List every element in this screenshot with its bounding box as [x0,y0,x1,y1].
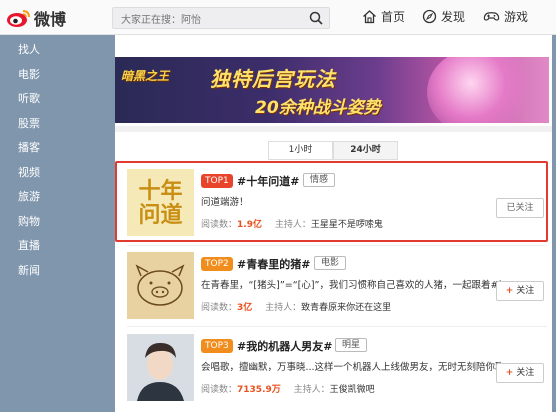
follow-button[interactable]: + 关注 [496,363,544,383]
search-icon[interactable] [309,11,323,25]
sidebar-item-stocks[interactable]: 股票 [0,112,112,137]
host-label: 主持人： [293,385,330,395]
tab-1-hour[interactable]: 1小时 [268,141,333,160]
topic-thumbnail [127,252,194,319]
category-tag[interactable]: 电影 [314,256,347,270]
host-name[interactable]: 王俊凯微吧 [330,385,375,395]
search-box [112,7,330,31]
topic-meta: 阅读数：3亿 主持人：致青春原来你还在这里 [201,300,391,313]
nav-discover-label: 发现 [441,10,466,24]
weibo-logo-icon [7,10,30,27]
search-input[interactable] [113,10,303,31]
topic-meta: 阅读数：7135.9万 主持人：王俊凯微吧 [201,382,375,395]
host-label: 主持人： [265,303,302,313]
home-icon [363,10,376,24]
top-bar: 微博 首页 发现 游戏 [0,0,556,35]
weibo-logo[interactable]: 微博 [6,6,86,30]
banner-game-logo: 暗黑之王 [121,69,170,83]
topic-thumbnail [127,334,194,401]
sidebar-item-find-people[interactable]: 找人 [0,38,112,63]
sidebar-item-live[interactable]: 直播 [0,234,112,259]
follow-button[interactable]: + 关注 [496,281,544,301]
highlight-box [115,161,548,242]
banner-figure [427,57,537,123]
topic-description: 在青春里，“[猪头]”=“[心]”，我们习惯称自己喜欢的人猪，一起跟着#青春里 [201,280,501,291]
topic-row[interactable]: TOP3 #我的机器人男友# 明星 会唱歌，擅幽默，万事晓...这样一个机器人上… [115,329,552,411]
sidebar-item-news[interactable]: 新闻 [0,259,112,284]
person-photo-icon [127,334,194,401]
follow-label: 关注 [516,368,535,378]
banner-subheadline: 20余种战斗姿势 [255,98,381,118]
plus-icon: + [505,286,514,296]
sidebar-item-shopping[interactable]: 购物 [0,210,112,235]
row-divider [127,326,547,327]
pig-face-icon [135,264,185,306]
read-count: 7135.9万 [237,385,281,395]
time-tabs: 1小时 24小时 [268,141,398,160]
read-count: 3亿 [237,303,253,313]
topic-row[interactable]: TOP2 #青春里的猪# 电影 在青春里，“[猪头]”=“[心]”，我们习惯称自… [115,247,552,329]
read-count-label: 阅读数： [201,385,238,395]
nav-game[interactable]: 游戏 [483,8,528,25]
sidebar-item-travel[interactable]: 旅游 [0,185,112,210]
rank-badge: TOP3 [201,339,233,353]
row-divider [127,245,547,246]
tab-24-hours[interactable]: 24小时 [333,141,398,160]
nav-discover[interactable]: 发现 [422,8,465,25]
follow-label: 关注 [516,286,535,296]
plus-icon: + [505,368,514,378]
banner-headline: 独特后宫玩法 [210,67,336,91]
ad-banner[interactable]: 暗黑之王 独特后宫玩法 20余种战斗姿势 [115,57,549,123]
sidebar-item-movies[interactable]: 电影 [0,63,112,88]
topic-title[interactable]: #青春里的猪# [237,256,310,272]
divider [115,126,552,132]
nav-home[interactable]: 首页 [362,8,405,25]
sidebar-item-video[interactable]: 视频 [0,161,112,186]
game-icon [483,12,500,21]
sidebar-item-music[interactable]: 听歌 [0,87,112,112]
topic-description: 会唱歌，擅幽默，万事晓...这样一个机器人上线做男友，无时无刻陪你聊... [201,362,501,373]
read-count-label: 阅读数： [201,303,238,313]
rank-badge: TOP2 [201,257,233,271]
sidebar: 找人 电影 听歌 股票 播客 视频 旅游 购物 直播 新闻 [0,35,112,283]
app-name: 微博 [34,10,67,29]
nav-game-label: 游戏 [504,10,529,24]
topic-title[interactable]: #我的机器人男友# [237,338,332,354]
nav-home-label: 首页 [381,10,406,24]
host-name[interactable]: 致青春原来你还在这里 [301,303,391,313]
category-tag[interactable]: 明星 [335,338,368,352]
compass-icon [422,9,437,24]
sidebar-item-podcast[interactable]: 播客 [0,136,112,161]
